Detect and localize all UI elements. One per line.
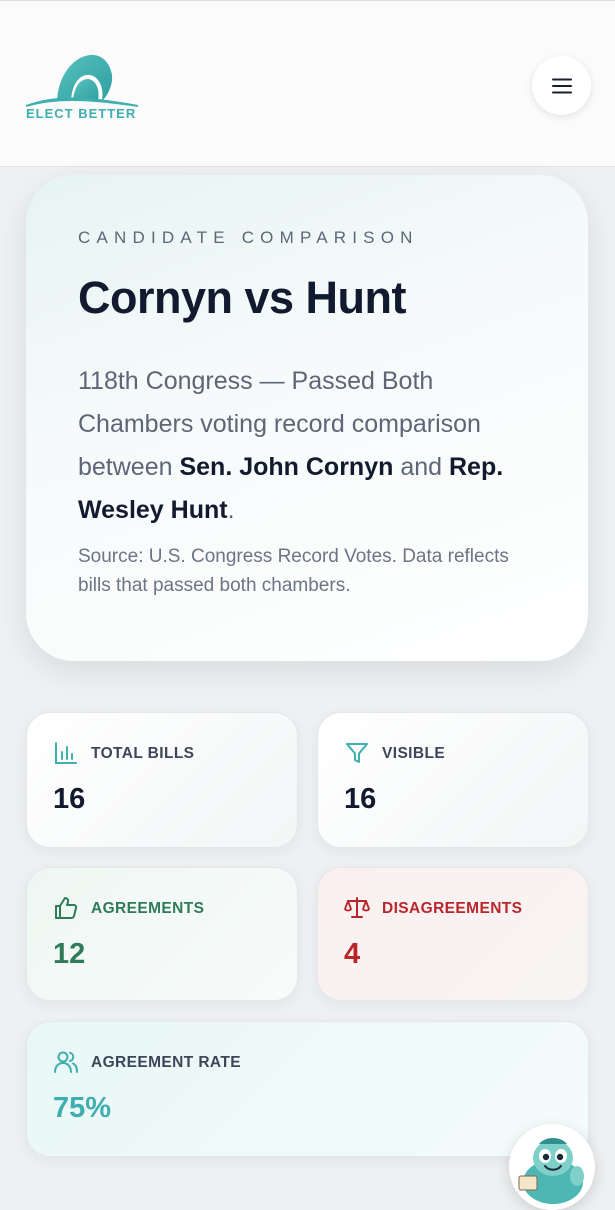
description-and: and	[393, 453, 449, 481]
stat-card-visible: VISIBLE 16	[317, 712, 589, 848]
assistant-mascot-button[interactable]	[509, 1124, 595, 1210]
stat-value: 4	[344, 938, 361, 970]
logo-text: ELECT BETTER	[26, 106, 137, 121]
stat-label: AGREEMENT RATE	[91, 1054, 241, 1071]
turtle-mascot-icon	[509, 1124, 595, 1210]
filter-icon	[346, 743, 368, 763]
top-nav: ELECT BETTER	[0, 0, 615, 167]
menu-button[interactable]	[532, 56, 591, 115]
page-title: Cornyn vs Hunt	[78, 272, 407, 323]
stat-value: 16	[344, 783, 377, 815]
stat-value: 16	[53, 783, 86, 815]
scale-icon	[344, 897, 370, 918]
stat-value: 12	[53, 938, 86, 970]
comparison-description: 118th Congress — Passed Both Chambers vo…	[78, 360, 536, 532]
hamburger-icon	[551, 78, 572, 93]
stat-card-disagreements: DISAGREEMENTS 4	[317, 867, 589, 1001]
stat-label: TOTAL BILLS	[91, 745, 195, 762]
eyebrow-label: CANDIDATE COMPARISON	[78, 228, 419, 247]
stat-label: VISIBLE	[382, 745, 446, 762]
bar-chart-icon	[55, 742, 77, 764]
description-end: .	[227, 496, 235, 524]
stat-card-agreement-rate: AGREEMENT RATE 75%	[26, 1021, 589, 1157]
candidate-a-name: Sen. John Cornyn	[179, 453, 394, 481]
stat-card-total-bills: TOTAL BILLS 16	[26, 712, 298, 848]
source-note: Source: U.S. Congress Record Votes. Data…	[78, 546, 509, 596]
stat-card-agreements: AGREEMENTS 12	[26, 867, 298, 1001]
users-icon	[54, 1051, 78, 1073]
thumbs-up-icon	[55, 897, 78, 919]
stat-label: AGREEMENTS	[91, 900, 205, 917]
comparison-hero-card: CANDIDATE COMPARISON Cornyn vs Hunt 118t…	[26, 175, 588, 661]
stat-label: DISAGREEMENTS	[382, 900, 523, 917]
stat-value: 75%	[53, 1092, 112, 1124]
